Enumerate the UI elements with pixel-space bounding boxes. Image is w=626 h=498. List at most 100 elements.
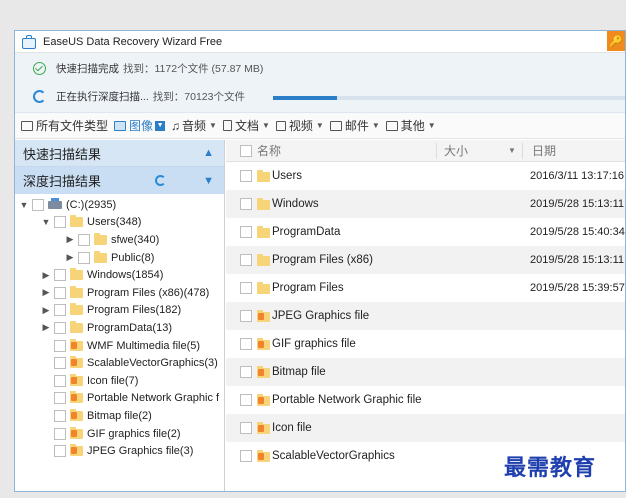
filter-images[interactable]: 图像 ▼ <box>114 117 166 134</box>
expand-right-icon[interactable]: ▶ <box>65 252 75 263</box>
file-folder-icon <box>70 338 83 351</box>
tree-node[interactable]: ▼ Users(348) <box>15 214 224 232</box>
file-name: ScalableVectorGraphics <box>272 450 395 462</box>
chevron-down-icon[interactable]: ▼ <box>203 175 214 187</box>
expand-down-icon[interactable]: ▼ <box>19 200 29 210</box>
tree-node[interactable]: JPEG Graphics file(3) <box>15 442 224 460</box>
sort-arrow-icon[interactable]: ▼ <box>508 146 516 155</box>
table-row[interactable]: Program Files (x86) 2019/5/28 15:13:11 <box>226 246 625 274</box>
checkbox[interactable] <box>240 310 252 322</box>
upgrade-icon[interactable]: 🔑 <box>607 31 625 51</box>
table-row[interactable]: Icon file <box>226 414 625 442</box>
document-icon <box>222 120 232 131</box>
checkbox[interactable] <box>54 269 66 282</box>
file-date: 2019/5/28 15:40:34 <box>530 226 625 238</box>
checkbox[interactable] <box>240 394 252 406</box>
deep-scan-results-header[interactable]: 深度扫描结果 ▼ <box>15 167 224 194</box>
checkbox[interactable] <box>54 304 66 317</box>
table-row[interactable]: Portable Network Graphic file <box>226 386 625 414</box>
tree-node[interactable]: ▶ Program Files (x86)(478) <box>15 284 224 302</box>
checkbox[interactable] <box>54 445 66 458</box>
checkbox[interactable] <box>32 198 44 211</box>
checkbox[interactable] <box>240 450 252 462</box>
select-all-checkbox[interactable] <box>240 145 252 157</box>
table-row[interactable]: Users 2016/3/11 13:17:16 <box>226 162 625 190</box>
filter-documents[interactable]: 文档 ▼ <box>222 117 270 134</box>
checkbox[interactable] <box>78 251 90 264</box>
checkbox[interactable] <box>54 216 66 229</box>
file-name: Portable Network Graphic file <box>272 394 422 406</box>
table-row[interactable]: ProgramData 2019/5/28 15:40:34 <box>226 218 625 246</box>
file-folder-icon <box>257 338 270 350</box>
table-row[interactable]: GIF graphics file <box>226 330 625 358</box>
filter-mail[interactable]: 邮件 ▼ <box>329 117 380 134</box>
file-folder-icon <box>70 356 83 369</box>
tree-node[interactable]: Bitmap file(2) <box>15 407 224 425</box>
tree-node[interactable]: ▼ (C:)(2935) <box>15 196 224 214</box>
tree-node[interactable]: ScalableVectorGraphics(3) <box>15 354 224 372</box>
tree-node[interactable]: GIF graphics file(2) <box>15 425 224 443</box>
checkbox[interactable] <box>78 233 90 246</box>
quick-scan-results-header[interactable]: 快速扫描结果 ▲ <box>15 140 224 167</box>
checkbox[interactable] <box>54 286 66 299</box>
column-header-date[interactable]: 日期 <box>532 142 556 159</box>
tree-node[interactable]: ▶ Windows(1854) <box>15 266 224 284</box>
checkbox[interactable] <box>240 198 252 210</box>
checkbox[interactable] <box>240 338 252 350</box>
expand-right-icon[interactable]: ▶ <box>41 287 51 298</box>
chevron-down-icon[interactable]: ▼ <box>372 121 380 130</box>
filter-all-types[interactable]: 所有文件类型 <box>21 117 108 134</box>
column-divider[interactable] <box>436 143 437 159</box>
checkbox[interactable] <box>54 357 66 370</box>
filter-other[interactable]: 其他 ▼ <box>385 117 436 134</box>
table-row[interactable]: Program Files 2019/5/28 15:39:57 <box>226 274 625 302</box>
checkbox[interactable] <box>54 339 66 352</box>
checkbox[interactable] <box>54 409 66 422</box>
table-row[interactable]: Bitmap file <box>226 358 625 386</box>
chevron-down-icon[interactable]: ▼ <box>428 121 436 130</box>
checkbox[interactable] <box>54 427 66 440</box>
chevron-down-icon[interactable]: ▼ <box>316 121 324 130</box>
checkbox[interactable] <box>240 422 252 434</box>
expand-down-icon[interactable]: ▼ <box>41 217 51 227</box>
expand-right-icon[interactable]: ▶ <box>41 305 51 316</box>
filter-label: 音频 <box>182 119 207 133</box>
column-header-name[interactable]: 名称 <box>257 142 281 159</box>
tree-node[interactable]: ▶ sfwe(340) <box>15 231 224 249</box>
folder-icon <box>94 232 107 245</box>
tree-node[interactable]: Icon file(7) <box>15 372 224 390</box>
checkbox[interactable] <box>240 282 252 294</box>
table-row[interactable]: JPEG Graphics file <box>226 302 625 330</box>
filter-video[interactable]: 视频 ▼ <box>275 117 324 134</box>
filter-audio[interactable]: ♫ 音频 ▼ <box>171 117 217 134</box>
chevron-down-icon[interactable]: ▼ <box>262 121 270 130</box>
tree-node-label: ProgramData(13) <box>87 321 172 334</box>
expand-right-icon[interactable]: ▶ <box>65 234 75 245</box>
file-name: Windows <box>272 198 319 210</box>
tree-node[interactable]: WMF Multimedia file(5) <box>15 337 224 355</box>
tree-node[interactable]: ▶ Public(8) <box>15 249 224 267</box>
file-folder-icon <box>257 422 270 434</box>
checkbox[interactable] <box>54 321 66 334</box>
checkbox[interactable] <box>54 392 66 405</box>
tree-node[interactable]: ▶ Program Files(182) <box>15 302 224 320</box>
checkbox[interactable] <box>54 374 66 387</box>
expand-right-icon[interactable]: ▶ <box>41 322 51 333</box>
chevron-down-icon[interactable]: ▼ <box>209 121 217 130</box>
folder-icon <box>70 303 83 316</box>
tree-node[interactable]: ▶ ProgramData(13) <box>15 319 224 337</box>
file-folder-icon <box>70 426 83 439</box>
checkbox[interactable] <box>240 254 252 266</box>
checkbox[interactable] <box>240 226 252 238</box>
table-row[interactable]: Windows 2019/5/28 15:13:11 <box>226 190 625 218</box>
chevron-down-icon[interactable]: ▼ <box>155 120 166 131</box>
tree-node-label: Public(8) <box>111 251 155 264</box>
chevron-up-icon[interactable]: ▲ <box>203 147 214 159</box>
checkbox[interactable] <box>240 170 252 182</box>
column-header-size[interactable]: 大小 <box>444 142 468 159</box>
column-divider[interactable] <box>522 143 523 159</box>
checkbox[interactable] <box>240 366 252 378</box>
tree-node[interactable]: Portable Network Graphic f <box>15 390 224 408</box>
deep-scan-label: 正在执行深度扫描... <box>56 91 149 103</box>
expand-right-icon[interactable]: ▶ <box>41 270 51 281</box>
